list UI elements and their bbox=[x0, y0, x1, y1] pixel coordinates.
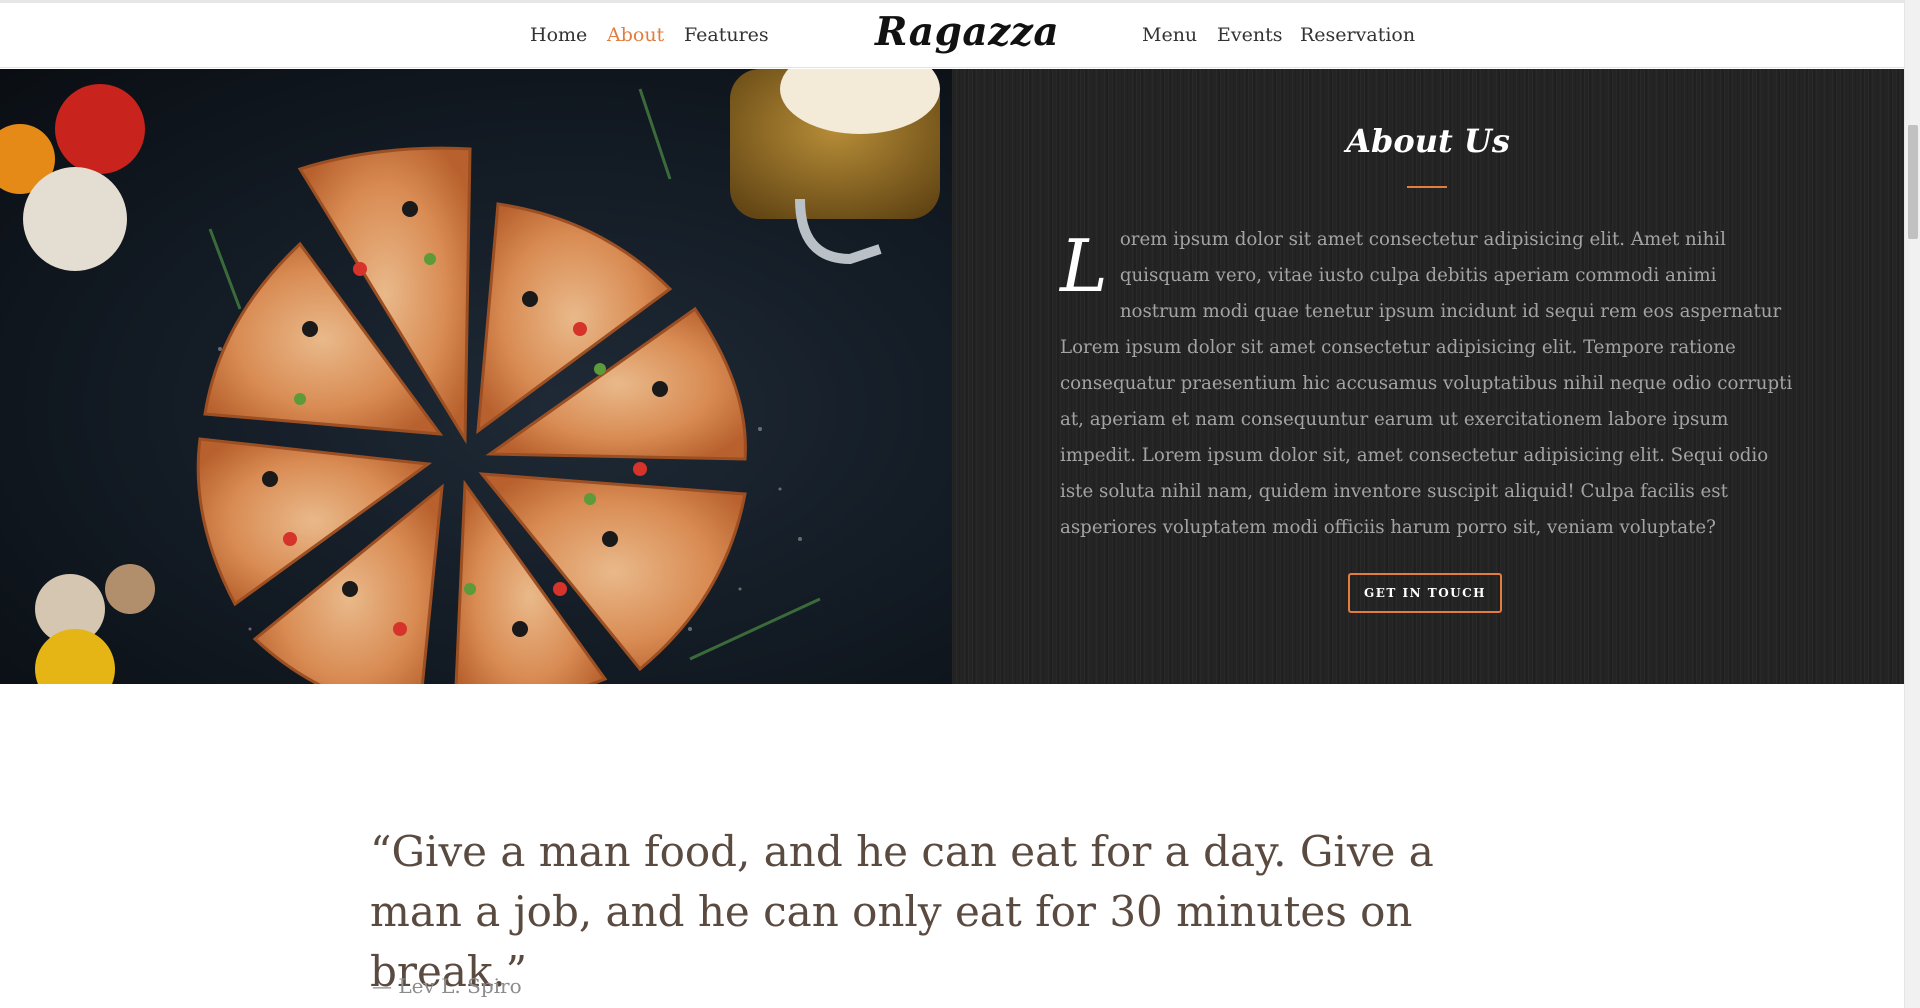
nav-link-home[interactable]: Home bbox=[530, 24, 587, 46]
pizza-photo bbox=[0, 69, 952, 684]
nav-link-menu[interactable]: Menu bbox=[1142, 24, 1197, 46]
testimonial-quote: “Give a man food, and he can eat for a d… bbox=[370, 827, 1434, 996]
nav-link-features[interactable]: Features bbox=[684, 24, 769, 46]
pizza-illustration bbox=[0, 69, 940, 684]
page-scrollbar[interactable] bbox=[1904, 0, 1920, 1008]
nav-link-events[interactable]: Events bbox=[1217, 24, 1282, 46]
nav-link-reservation[interactable]: Reservation bbox=[1300, 24, 1415, 46]
about-section: About Us Lorem ipsum dolor sit amet cons… bbox=[0, 69, 1904, 684]
about-panel: About Us Lorem ipsum dolor sit amet cons… bbox=[952, 69, 1904, 684]
about-title: About Us bbox=[1346, 122, 1510, 160]
get-in-touch-button[interactable]: GET IN TOUCH bbox=[1348, 573, 1502, 613]
about-body: Lorem ipsum dolor sit amet consectetur a… bbox=[1060, 222, 1795, 546]
site-logo[interactable]: Ragazza bbox=[875, 9, 1059, 55]
title-divider bbox=[1407, 186, 1447, 188]
site-header: Home About Features Ragazza Menu Events … bbox=[0, 0, 1904, 68]
scrollbar-thumb[interactable] bbox=[1908, 125, 1918, 239]
dropcap-letter: L bbox=[1060, 224, 1108, 308]
about-body-text: orem ipsum dolor sit amet consectetur ad… bbox=[1060, 229, 1793, 538]
nav-link-about[interactable]: About bbox=[607, 24, 664, 46]
quote-author: — Lev L. Spiro bbox=[372, 974, 522, 998]
